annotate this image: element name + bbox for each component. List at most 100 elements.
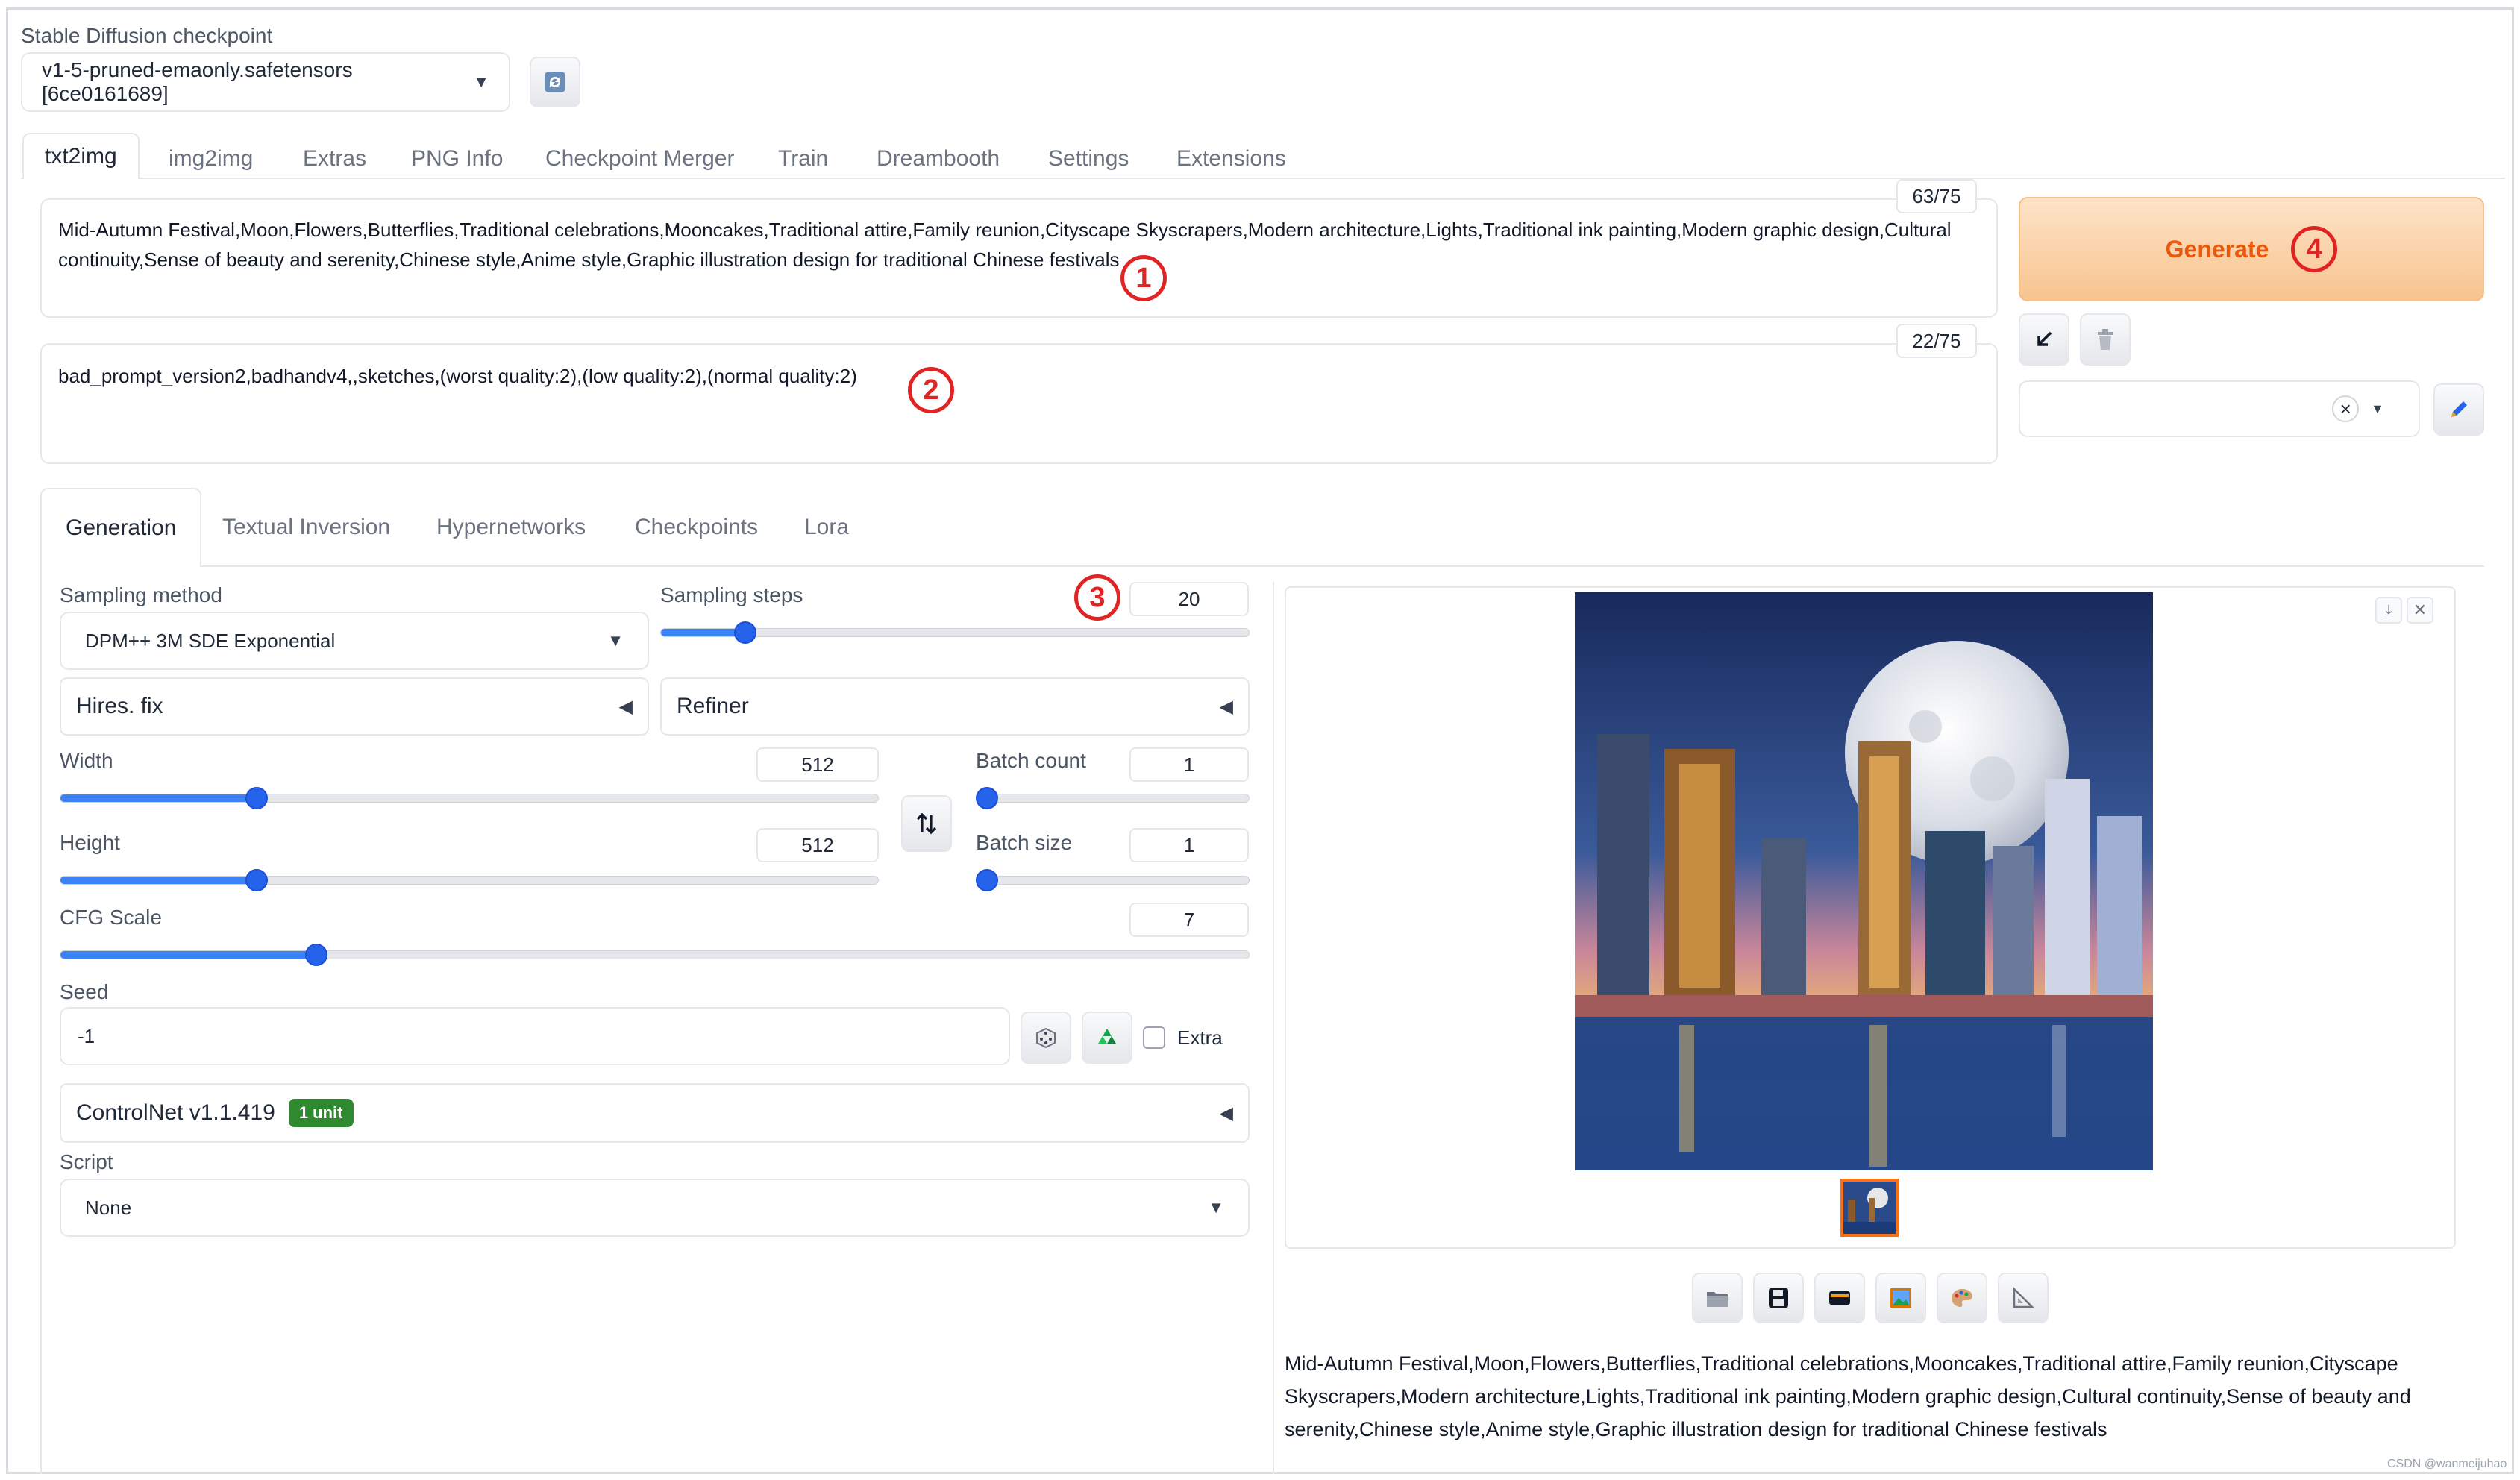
clear-prompt-button[interactable] (2080, 313, 2131, 366)
marker-4: 4 (2291, 226, 2338, 272)
negative-token-counter: 22/75 (1896, 324, 1977, 358)
tab-divider (21, 178, 2505, 179)
cfg-scale-input[interactable]: 7 (1129, 903, 1249, 937)
seed-label: Seed (60, 980, 109, 1003)
batch-count-slider[interactable] (976, 794, 1250, 803)
prompt-text: Mid-Autumn Festival,Moon,Flowers,Butterf… (58, 219, 1952, 271)
send-to-extras-button[interactable] (1998, 1273, 2049, 1323)
tab-settings[interactable]: Settings (1048, 146, 1129, 172)
slider-thumb[interactable] (245, 787, 268, 809)
tab-txt2img[interactable]: txt2img (22, 133, 140, 179)
refresh-checkpoint-button[interactable] (530, 57, 580, 107)
styles-dropdown[interactable]: × ▼ (2019, 380, 2420, 437)
height-slider[interactable] (60, 876, 879, 885)
pencil-icon (2451, 401, 2467, 417)
tab-textual-inversion[interactable]: Textual Inversion (222, 515, 390, 540)
hires-fix-label: Hires. fix (76, 694, 163, 718)
zip-button[interactable] (1814, 1273, 1865, 1323)
download-icon[interactable]: ⤓ (2375, 597, 2402, 624)
prompt-token-counter: 63/75 (1896, 179, 1977, 213)
batch-size-input[interactable]: 1 (1129, 828, 1249, 862)
tab-dreambooth[interactable]: Dreambooth (877, 146, 1000, 172)
marker-2: 2 (908, 367, 954, 413)
save-button[interactable] (1753, 1273, 1804, 1323)
generated-image[interactable] (1575, 592, 2153, 1170)
sampling-method-dropdown[interactable]: DPM++ 3M SDE Exponential ▼ (60, 612, 649, 670)
collapse-left-icon: ◀ (1219, 1103, 1233, 1123)
dice-icon (1036, 1027, 1056, 1049)
script-value: None (85, 1196, 132, 1219)
tab-checkpoint-merger[interactable]: Checkpoint Merger (545, 146, 734, 172)
slider-fill (60, 794, 251, 802)
seed-value: -1 (78, 1024, 95, 1047)
slider-thumb[interactable] (304, 944, 327, 966)
read-params-button[interactable] (2019, 313, 2069, 366)
tab-extras[interactable]: Extras (303, 146, 366, 172)
tab-hypernetworks[interactable]: Hypernetworks (436, 515, 586, 540)
slider-fill (60, 951, 310, 959)
prompt-textarea[interactable]: Mid-Autumn Festival,Moon,Flowers,Butterf… (40, 198, 1998, 318)
controlnet-label: ControlNet v1.1.419 (76, 1100, 275, 1125)
batch-size-label: Batch size (976, 831, 1073, 854)
tab-png-info[interactable]: PNG Info (411, 146, 503, 172)
script-dropdown[interactable]: None ▼ (60, 1179, 1250, 1237)
edit-styles-button[interactable] (2433, 383, 2484, 436)
seed-input[interactable]: -1 (60, 1007, 1010, 1065)
width-slider[interactable] (60, 794, 879, 803)
sampling-steps-label: Sampling steps (660, 583, 803, 606)
swap-dimensions-button[interactable] (901, 795, 952, 852)
clear-styles-icon[interactable]: × (2332, 395, 2360, 422)
slider-thumb[interactable] (976, 869, 998, 891)
reuse-seed-button[interactable] (1082, 1012, 1132, 1064)
watermark: CSDN @wanmeijuhao (2387, 1458, 2507, 1470)
tab-checkpoints[interactable]: Checkpoints (635, 515, 758, 540)
chevron-down-icon: ▼ (2371, 401, 2384, 416)
folder-icon (1707, 1292, 1728, 1307)
cfg-scale-label: CFG Scale (60, 906, 162, 929)
collapse-left-icon: ◀ (1219, 696, 1233, 717)
close-icon[interactable]: ✕ (2407, 597, 2433, 624)
batch-count-label: Batch count (976, 749, 1086, 772)
checkpoint-value: v1-5-pruned-emaonly.safetensors [6ce0161… (42, 58, 353, 105)
slider-fill (661, 629, 738, 636)
height-input[interactable]: 512 (756, 828, 879, 862)
tab-extensions[interactable]: Extensions (1176, 146, 1286, 172)
chevron-down-icon: ▼ (473, 72, 489, 91)
refiner-accordion[interactable]: Refiner ◀ (660, 677, 1250, 736)
hires-fix-accordion[interactable]: Hires. fix ◀ (60, 677, 649, 736)
arrow-down-left-icon (2037, 331, 2052, 346)
send-to-img2img-button[interactable] (1875, 1273, 1926, 1323)
save-icon (1769, 1288, 1788, 1308)
send-to-inpaint-button[interactable] (1937, 1273, 1987, 1323)
slider-thumb[interactable] (245, 869, 268, 891)
tab-img2img[interactable]: img2img (169, 146, 253, 172)
batch-size-slider[interactable] (976, 876, 1250, 885)
script-label: Script (60, 1150, 113, 1173)
sampling-steps-input[interactable]: 20 (1129, 582, 1249, 616)
trash-icon (2098, 329, 2113, 350)
extra-seed-label: Extra (1177, 1026, 1223, 1049)
controlnet-accordion[interactable]: ControlNet v1.1.419 1 unit ◀ (60, 1083, 1250, 1143)
extra-seed-checkbox[interactable] (1143, 1026, 1165, 1049)
random-seed-button[interactable] (1021, 1012, 1071, 1064)
tab-train[interactable]: Train (778, 146, 828, 172)
generate-button[interactable]: Generate 4 (2019, 197, 2484, 301)
batch-count-input[interactable]: 1 (1129, 747, 1249, 782)
checkpoint-dropdown[interactable]: v1-5-pruned-emaonly.safetensors [6ce0161… (21, 52, 510, 112)
archive-icon (1829, 1291, 1850, 1305)
slider-thumb[interactable] (733, 621, 756, 644)
cfg-scale-slider[interactable] (60, 950, 1250, 959)
width-label: Width (60, 749, 113, 772)
gallery-thumbnail[interactable] (1840, 1179, 1899, 1237)
open-folder-button[interactable] (1692, 1273, 1743, 1323)
negative-prompt-textarea[interactable]: bad_prompt_version2,badhandv4,,sketches,… (40, 343, 1998, 464)
checkpoint-label: Stable Diffusion checkpoint (21, 24, 273, 47)
tab-lora[interactable]: Lora (804, 515, 849, 540)
output-divider (1273, 582, 1274, 1474)
generate-label: Generate (2165, 235, 2269, 263)
marker-1: 1 (1120, 255, 1167, 301)
panel-border-left (40, 565, 42, 1474)
tab-generation[interactable]: Generation (40, 488, 202, 567)
width-input[interactable]: 512 (756, 747, 879, 782)
slider-thumb[interactable] (976, 787, 998, 809)
